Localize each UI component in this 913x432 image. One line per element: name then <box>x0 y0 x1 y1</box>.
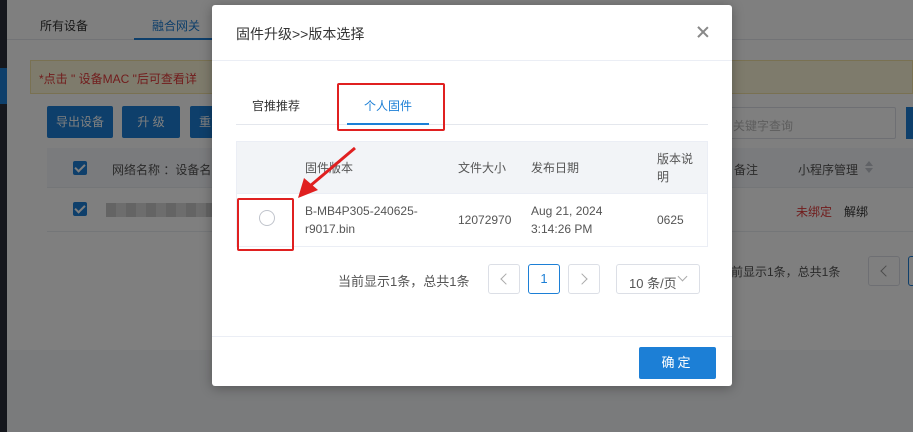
header-date: 发布日期 <box>531 161 580 175</box>
dialog-title: 固件升级>>版本选择 <box>236 26 365 42</box>
dialog-header: 固件升级>>版本选择 <box>212 5 732 61</box>
cell-version: B-MB4P305-240625-r9017.bin <box>305 204 418 236</box>
close-icon[interactable] <box>695 24 711 40</box>
pager-summary: 当前显示1条，总共1条 <box>338 274 470 289</box>
annotation-arrow-icon <box>298 146 356 198</box>
pager-next-button[interactable] <box>568 264 600 294</box>
pager-prev-button[interactable] <box>488 264 520 294</box>
cell-size: 12072970 <box>458 213 512 227</box>
cell-description: 0625 <box>657 213 684 227</box>
firmware-tabs: 官推推荐 个人固件 <box>236 85 708 125</box>
page-size-value: 10 条/页 <box>629 276 677 291</box>
cell-date: Aug 21, 2024 3:14:26 PM <box>531 204 603 236</box>
annotation-box-tab <box>337 83 445 131</box>
page-size-select[interactable]: 10 条/页 <box>616 264 700 294</box>
confirm-button[interactable]: 确定 <box>639 347 716 379</box>
tab-recommended[interactable]: 官推推荐 <box>252 97 300 114</box>
pager-page-button[interactable]: 1 <box>528 264 560 294</box>
header-description: 版本说明 <box>657 152 694 184</box>
header-size: 文件大小 <box>458 161 507 175</box>
annotation-box-radio <box>237 198 294 251</box>
chevron-down-icon <box>677 271 688 282</box>
